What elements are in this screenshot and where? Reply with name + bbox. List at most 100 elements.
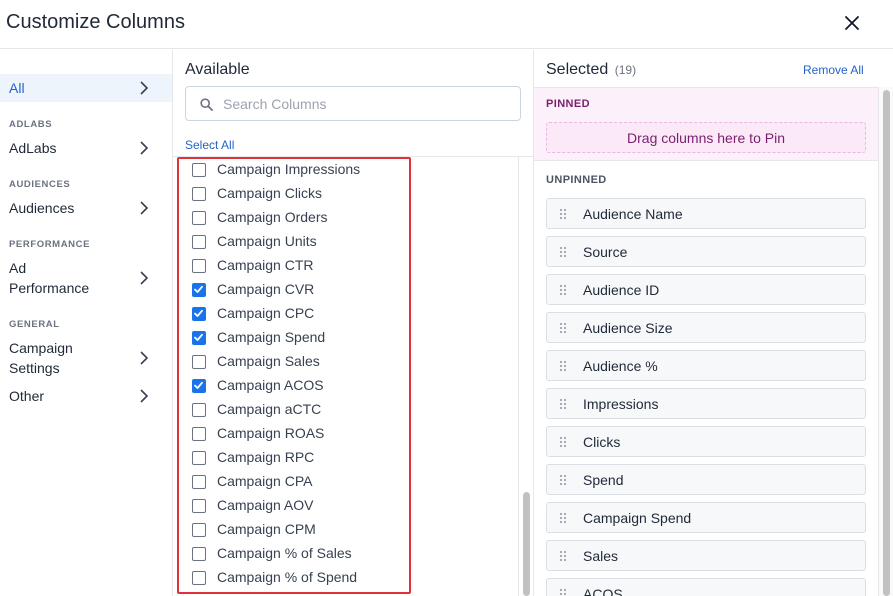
pin-drop-target[interactable]: Drag columns here to Pin bbox=[546, 122, 866, 153]
selected-column-label: Audience Name bbox=[583, 206, 683, 222]
column-option[interactable]: Campaign Sales bbox=[191, 352, 391, 372]
nav-item-ad-performance[interactable]: Ad Performance bbox=[0, 256, 172, 300]
column-option[interactable]: Campaign Spend bbox=[191, 328, 391, 348]
column-option-label: Campaign % of Sales bbox=[217, 545, 352, 561]
scrollbar-thumb[interactable] bbox=[883, 90, 890, 596]
drag-handle-icon[interactable] bbox=[559, 588, 567, 596]
checkbox-unchecked[interactable] bbox=[192, 451, 206, 465]
search-placeholder: Search Columns bbox=[223, 96, 327, 112]
column-option[interactable]: Campaign ACOS bbox=[191, 376, 391, 396]
nav-section-adlabs: ADLABS bbox=[9, 119, 53, 130]
selected-column-item[interactable]: Sales bbox=[546, 540, 866, 571]
column-option[interactable]: Campaign RPC bbox=[191, 448, 391, 468]
drag-handle-icon[interactable] bbox=[559, 512, 567, 524]
checkbox-unchecked[interactable] bbox=[192, 259, 206, 273]
checkbox-checked[interactable] bbox=[192, 331, 206, 345]
selected-column-label: Audience % bbox=[583, 358, 658, 374]
nav-item-label: Other bbox=[9, 388, 45, 404]
column-option[interactable]: Campaign CPA bbox=[191, 472, 391, 492]
drag-handle-icon[interactable] bbox=[559, 208, 567, 220]
checkbox-unchecked[interactable] bbox=[192, 403, 206, 417]
drag-handle-icon[interactable] bbox=[559, 246, 567, 258]
selected-column-item[interactable]: Audience ID bbox=[546, 274, 866, 305]
drag-handle-icon[interactable] bbox=[559, 474, 567, 486]
column-option[interactable]: Campaign ROAS bbox=[191, 424, 391, 444]
drag-handle-icon[interactable] bbox=[559, 360, 567, 372]
drag-handle-icon[interactable] bbox=[559, 284, 567, 296]
column-option[interactable]: Campaign Units bbox=[191, 232, 391, 252]
nav-item-label: Ad Performance bbox=[9, 260, 90, 296]
column-option-label: Campaign Units bbox=[217, 233, 317, 249]
checkbox-unchecked[interactable] bbox=[192, 355, 206, 369]
checkbox-unchecked[interactable] bbox=[192, 163, 206, 177]
column-option[interactable]: Campaign Orders bbox=[191, 208, 391, 228]
search-input[interactable]: Search Columns bbox=[185, 86, 521, 121]
checkbox-unchecked[interactable] bbox=[192, 571, 206, 585]
column-option-label: Campaign CPM bbox=[217, 521, 316, 537]
selected-column-label: ACOS bbox=[583, 586, 623, 596]
selected-column-item[interactable]: ACOS bbox=[546, 578, 866, 596]
selected-column-item[interactable]: Clicks bbox=[546, 426, 866, 457]
checkbox-unchecked[interactable] bbox=[192, 187, 206, 201]
column-option[interactable]: Campaign Clicks bbox=[191, 184, 391, 204]
checkmark-icon bbox=[194, 285, 203, 293]
checkbox-unchecked[interactable] bbox=[192, 211, 206, 225]
remove-all-link[interactable]: Remove All bbox=[803, 63, 864, 77]
column-option[interactable]: Campaign CPM bbox=[191, 520, 391, 540]
nav-item-label: Campaign Settings bbox=[9, 340, 73, 376]
chevron-right-icon bbox=[140, 389, 149, 403]
close-button[interactable] bbox=[838, 9, 866, 37]
nav-item-campaign-settings[interactable]: Campaign Settings bbox=[0, 336, 172, 380]
column-option-label: Campaign % of Spend bbox=[217, 569, 358, 585]
selected-column-item[interactable]: Audience Size bbox=[546, 312, 866, 343]
select-all-link[interactable]: Select All bbox=[185, 138, 234, 152]
drag-handle-icon[interactable] bbox=[559, 436, 567, 448]
selected-title: Selected (19) bbox=[546, 61, 636, 79]
scrollbar-thumb[interactable] bbox=[523, 492, 530, 596]
checkbox-checked[interactable] bbox=[192, 283, 206, 297]
column-option[interactable]: Campaign Impressions bbox=[191, 160, 391, 180]
checkbox-unchecked[interactable] bbox=[192, 235, 206, 249]
nav-section-general: GENERAL bbox=[9, 319, 60, 330]
selected-column-label: Audience Size bbox=[583, 320, 673, 336]
nav-item-audiences[interactable]: Audiences bbox=[0, 196, 172, 220]
nav-section-audiences: AUDIENCES bbox=[9, 179, 71, 190]
selected-column-item[interactable]: Audience Name bbox=[546, 198, 866, 229]
column-option[interactable]: Campaign % of Sales bbox=[191, 544, 391, 564]
column-option[interactable]: Campaign % of Spend bbox=[191, 568, 391, 588]
chevron-right-icon bbox=[140, 351, 149, 365]
selected-scrollbar[interactable] bbox=[878, 87, 893, 596]
nav-item-adlabs[interactable]: AdLabs bbox=[0, 136, 172, 160]
checkbox-checked[interactable] bbox=[192, 379, 206, 393]
unpinned-label: UNPINNED bbox=[546, 174, 607, 186]
checkbox-unchecked[interactable] bbox=[192, 427, 206, 441]
column-option[interactable]: Campaign AOV bbox=[191, 496, 391, 516]
checkbox-unchecked[interactable] bbox=[192, 499, 206, 513]
column-option[interactable]: Campaign CPC bbox=[191, 304, 391, 324]
selected-column-item[interactable]: Campaign Spend bbox=[546, 502, 866, 533]
drag-handle-icon[interactable] bbox=[559, 398, 567, 410]
column-option[interactable]: Campaign aCTC bbox=[191, 400, 391, 420]
nav-item-other[interactable]: Other bbox=[0, 384, 172, 408]
column-option[interactable]: Campaign CVR bbox=[191, 280, 391, 300]
checkbox-unchecked[interactable] bbox=[192, 547, 206, 561]
chevron-right-icon bbox=[140, 271, 149, 285]
selected-column-item[interactable]: Audience % bbox=[546, 350, 866, 381]
pin-drop-text: Drag columns here to Pin bbox=[627, 130, 785, 146]
drag-handle-icon[interactable] bbox=[559, 550, 567, 562]
nav-item-label: All bbox=[9, 80, 25, 96]
column-option[interactable]: Campaign CTR bbox=[191, 256, 391, 276]
close-icon bbox=[845, 16, 859, 30]
column-option-label: Campaign ACOS bbox=[217, 377, 324, 393]
checkbox-unchecked[interactable] bbox=[192, 523, 206, 537]
nav-item-all[interactable]: All bbox=[0, 74, 172, 102]
selected-column-item[interactable]: Source bbox=[546, 236, 866, 267]
checkbox-checked[interactable] bbox=[192, 307, 206, 321]
checkbox-unchecked[interactable] bbox=[192, 475, 206, 489]
selected-column-label: Source bbox=[583, 244, 628, 260]
selected-column-item[interactable]: Impressions bbox=[546, 388, 866, 419]
nav-item-label: Audiences bbox=[9, 200, 75, 216]
available-scrollbar[interactable] bbox=[518, 156, 533, 596]
selected-column-item[interactable]: Spend bbox=[546, 464, 866, 495]
drag-handle-icon[interactable] bbox=[559, 322, 567, 334]
